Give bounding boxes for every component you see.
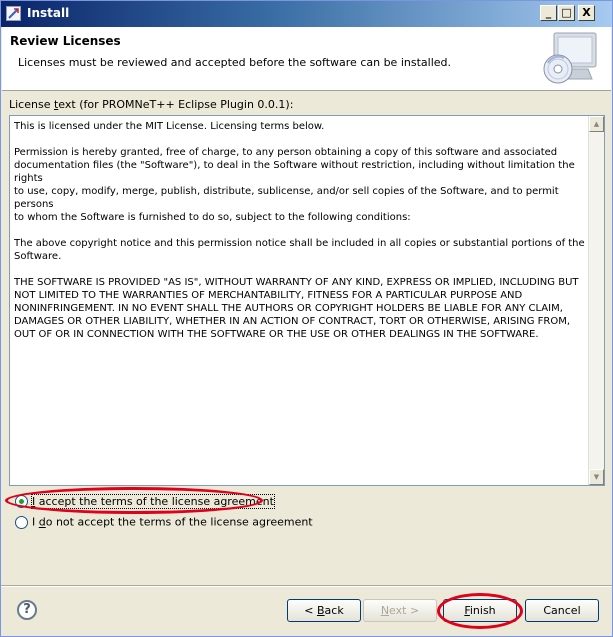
close-button[interactable]: X [578,5,595,21]
window-title: Install [27,6,70,20]
scroll-up-button[interactable]: ▲ [589,116,604,132]
cancel-button[interactable]: Cancel [525,599,599,622]
page-description: Licenses must be reviewed and accepted b… [18,56,451,69]
decline-label: I do not accept the terms of the license… [32,515,313,529]
license-text: This is licensed under the MIT License. … [14,121,585,340]
accept-license-option[interactable]: I accept the terms of the license agreem… [15,493,275,509]
back-button[interactable]: < Back [287,599,361,622]
finish-button[interactable]: Finish [443,599,517,622]
next-button[interactable]: Next > [363,599,437,622]
decline-radio[interactable] [15,515,28,529]
install-dialog: Install _ □ X Review Licenses Licenses m… [0,0,613,637]
license-text-area[interactable]: This is licensed under the MIT License. … [9,115,605,486]
accept-radio[interactable] [15,494,28,508]
minimize-button[interactable]: _ [540,5,557,21]
vertical-scrollbar[interactable]: ▲ ▼ [588,116,604,485]
eclipse-install-icon [6,6,21,21]
help-icon[interactable]: ? [17,600,37,620]
accept-label: I accept the terms of the license agreem… [31,493,275,509]
wizard-banner: Review Licenses Licenses must be reviewe… [2,27,611,91]
license-text-label: License text (for PROMNeT++ Eclipse Plug… [9,98,294,111]
button-bar-separator [1,585,612,587]
title-bar[interactable]: Install _ □ X [1,1,612,27]
computer-cd-icon [538,29,600,89]
decline-license-option[interactable]: I do not accept the terms of the license… [15,515,313,529]
maximize-button[interactable]: □ [558,5,575,21]
page-title: Review Licenses [10,34,121,48]
scroll-down-button[interactable]: ▼ [589,469,604,485]
